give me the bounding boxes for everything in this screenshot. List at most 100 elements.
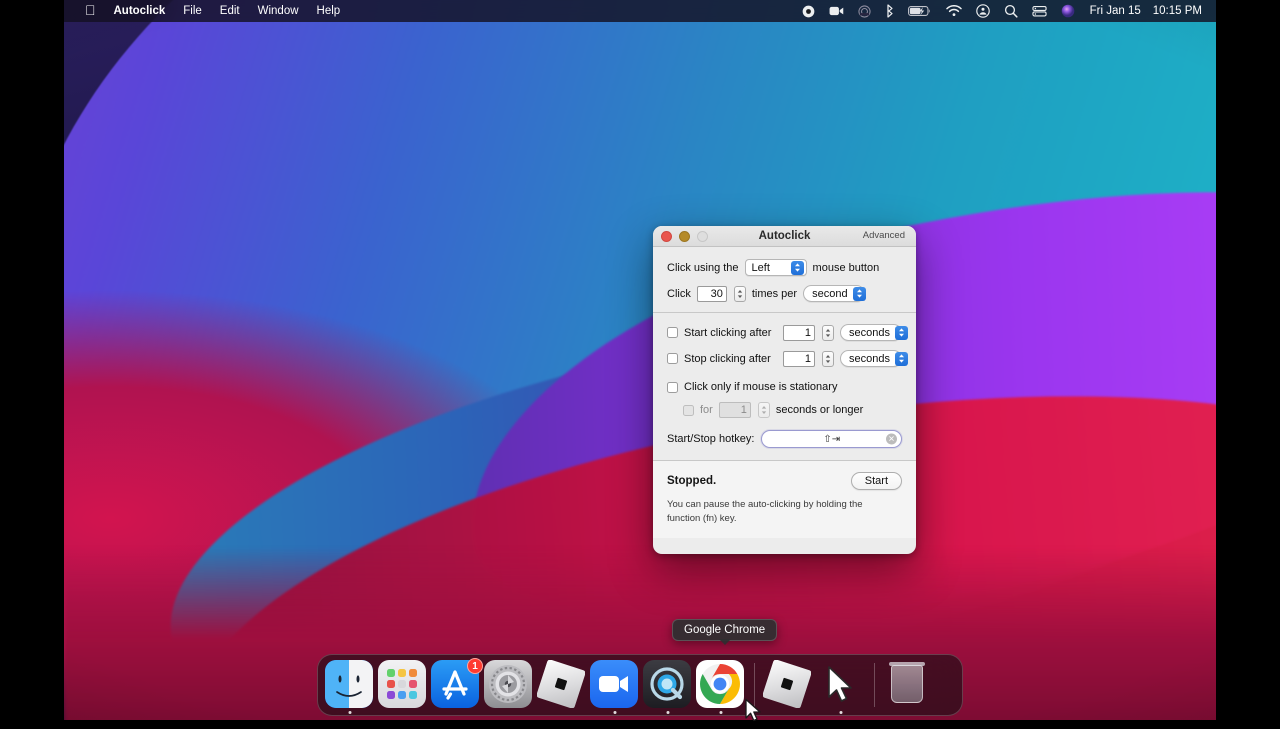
status-text: Stopped. <box>667 475 716 487</box>
battery-charging-icon[interactable] <box>901 5 939 17</box>
stop-clicking-after-label: Stop clicking after <box>684 353 771 365</box>
start-delay-stepper[interactable] <box>822 325 834 341</box>
start-delay-input[interactable]: 1 <box>783 325 815 341</box>
quicktime-player-icon <box>643 660 691 708</box>
roblox-tile-shape <box>763 660 811 708</box>
advanced-button[interactable]: Advanced <box>859 229 909 242</box>
click-count-input[interactable]: 30 <box>697 286 727 302</box>
wifi-icon[interactable] <box>939 5 969 17</box>
close-button[interactable] <box>661 231 672 242</box>
wallpaper-vignette <box>64 0 1216 720</box>
screen:  Autoclick File Edit Window Help <box>0 0 1280 720</box>
dock: 1 <box>317 654 963 716</box>
dock-item-roblox-window[interactable] <box>763 660 813 710</box>
stationary-duration-input[interactable]: 1 <box>719 402 751 418</box>
stop-delay-input[interactable]: 1 <box>783 351 815 367</box>
click-using-row: Click using the Left mouse button <box>667 259 902 276</box>
zoom-button[interactable] <box>697 231 708 242</box>
dock-item-launchpad[interactable] <box>378 660 428 710</box>
dock-item-zoom[interactable] <box>590 660 640 710</box>
start-clicking-after-row: Start clicking after 1 seconds <box>667 324 902 341</box>
stop-clicking-after-row: Stop clicking after 1 seconds <box>667 350 902 367</box>
running-indicator <box>840 711 843 714</box>
menu-item-window[interactable]: Window <box>249 0 308 22</box>
click-count-stepper[interactable] <box>734 286 746 302</box>
display-icon[interactable] <box>1025 5 1054 18</box>
chevron-updown-icon <box>895 352 908 366</box>
launchpad-icon <box>378 660 426 708</box>
dock-item-roblox[interactable] <box>537 660 587 710</box>
status-hint: You can pause the auto-clicking by holdi… <box>667 498 872 526</box>
menu-bar-date[interactable]: Fri Jan 15 <box>1082 5 1145 17</box>
window-titlebar[interactable]: Autoclick Advanced <box>653 226 916 247</box>
status-section: Stopped. Start You can pause the auto-cl… <box>653 461 916 538</box>
dock-item-finder[interactable] <box>325 660 375 710</box>
start-delay-unit-select[interactable]: seconds <box>840 324 902 341</box>
minimize-button[interactable] <box>679 231 690 242</box>
app-store-badge: 1 <box>467 658 483 674</box>
dock-item-cursor-window[interactable] <box>816 660 866 710</box>
menu-item-app-name[interactable]: Autoclick <box>105 0 175 22</box>
trash-icon <box>883 660 931 708</box>
status-row: Stopped. Start <box>667 472 902 490</box>
cursor-icon <box>816 660 864 708</box>
stop-delay-unit-value: seconds <box>849 353 895 365</box>
stop-delay-stepper[interactable] <box>822 351 834 367</box>
siri-icon[interactable] <box>851 5 878 18</box>
running-indicator <box>667 711 670 714</box>
menu-item-help[interactable]: Help <box>308 0 350 22</box>
screen-record-icon[interactable] <box>795 5 822 18</box>
trash-can-shape <box>891 665 923 703</box>
stationary-duration-checkbox[interactable] <box>683 405 694 416</box>
roblox-icon <box>537 660 585 708</box>
apple-logo-icon[interactable]:  <box>76 0 105 22</box>
dock-item-app-store[interactable]: 1 <box>431 660 481 710</box>
start-delay-unit-value: seconds <box>849 327 895 339</box>
finder-icon <box>325 660 373 708</box>
hotkey-input[interactable]: ⇧⇥ ✕ <box>761 430 902 448</box>
stationary-duration-stepper[interactable] <box>758 402 770 418</box>
time-unit-value: second <box>812 288 852 300</box>
autoclick-window[interactable]: Autoclick Advanced Click using the Left … <box>653 226 916 554</box>
menu-bar:  Autoclick File Edit Window Help <box>64 0 1216 22</box>
dock-tooltip: Google Chrome <box>672 619 777 641</box>
stationary-suffix-label: seconds or longer <box>776 404 863 416</box>
menu-bar-time[interactable]: 10:15 PM <box>1145 5 1206 17</box>
bluetooth-icon[interactable] <box>878 4 901 18</box>
control-center-icon[interactable] <box>969 4 997 18</box>
dock-item-system-preferences[interactable] <box>484 660 534 710</box>
stop-clicking-after-checkbox[interactable] <box>667 353 678 364</box>
search-icon[interactable] <box>997 4 1025 18</box>
click-using-label: Click using the <box>667 262 739 274</box>
zoom-icon <box>590 660 638 708</box>
time-unit-select[interactable]: second <box>803 285 865 302</box>
menu-item-edit[interactable]: Edit <box>211 0 249 22</box>
menu-bar-left:  Autoclick File Edit Window Help <box>64 0 349 22</box>
stop-delay-unit-select[interactable]: seconds <box>840 350 902 367</box>
dock-tooltip-label: Google Chrome <box>684 624 765 636</box>
dock-item-google-chrome[interactable] <box>696 660 746 710</box>
timing-settings-section: Start clicking after 1 seconds Stop clic <box>653 313 916 460</box>
dock-item-quicktime-player[interactable] <box>643 660 693 710</box>
desktop-wallpaper[interactable] <box>64 0 1216 720</box>
siri-orb-icon[interactable] <box>1054 4 1082 18</box>
video-camera-icon[interactable] <box>822 5 851 17</box>
menu-item-file[interactable]: File <box>174 0 211 22</box>
start-button[interactable]: Start <box>851 472 902 490</box>
roblox-tile-shape <box>537 660 585 708</box>
dock-item-trash[interactable] <box>883 660 933 710</box>
hotkey-row: Start/Stop hotkey: ⇧⇥ ✕ <box>667 430 902 448</box>
hotkey-label: Start/Stop hotkey: <box>667 433 754 445</box>
hotkey-value: ⇧⇥ <box>823 434 840 445</box>
stationary-duration-row: for 1 seconds or longer <box>667 402 902 418</box>
mouse-button-value: Left <box>752 262 775 274</box>
stationary-label: Click only if mouse is stationary <box>684 381 837 393</box>
stationary-checkbox[interactable] <box>667 382 678 393</box>
start-clicking-after-checkbox[interactable] <box>667 327 678 338</box>
click-settings-section: Click using the Left mouse button Click … <box>653 247 916 312</box>
stationary-for-label: for <box>700 404 713 416</box>
dock-separator-2 <box>874 663 875 707</box>
clear-field-icon[interactable]: ✕ <box>886 434 897 445</box>
system-preferences-icon <box>484 660 532 708</box>
mouse-button-select[interactable]: Left <box>745 259 807 276</box>
